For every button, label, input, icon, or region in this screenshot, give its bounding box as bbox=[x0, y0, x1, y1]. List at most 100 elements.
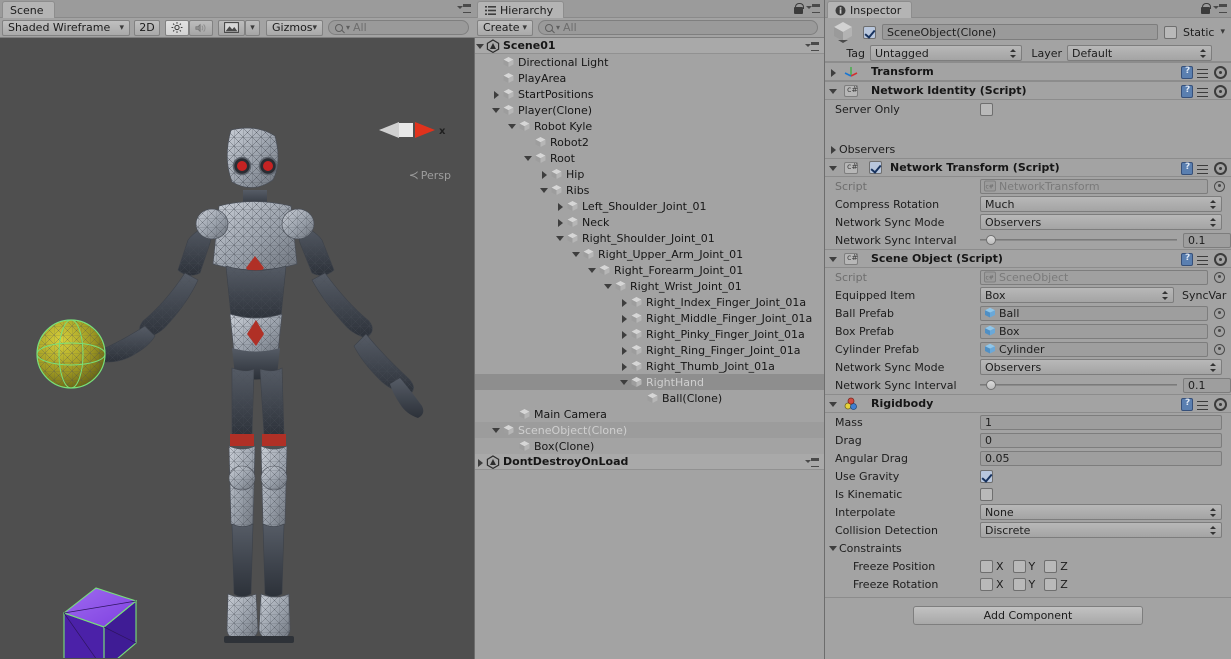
component-foldout-arrow-icon[interactable] bbox=[828, 83, 839, 99]
foldout-arrow-icon[interactable] bbox=[828, 540, 839, 556]
lighting-toggle-button[interactable] bbox=[165, 19, 189, 36]
static-checkbox[interactable] bbox=[1164, 25, 1178, 39]
object-picker-icon[interactable] bbox=[1214, 343, 1225, 355]
preset-icon[interactable] bbox=[1197, 254, 1210, 266]
expand-arrow-icon[interactable] bbox=[619, 326, 630, 342]
object-picker-icon[interactable] bbox=[1214, 307, 1225, 319]
hierarchy-options-menu-icon[interactable] bbox=[806, 2, 820, 14]
hierarchy-item[interactable]: Main Camera bbox=[475, 406, 824, 422]
expand-arrow-icon[interactable] bbox=[619, 310, 630, 326]
property-checkbox[interactable] bbox=[980, 102, 993, 116]
component-header-network-identity-script[interactable]: c# Network Identity (Script) bbox=[825, 81, 1231, 100]
freeze-axis-checkbox-x[interactable] bbox=[980, 559, 993, 573]
component-foldout-arrow-icon[interactable] bbox=[828, 396, 839, 412]
hierarchy-tree[interactable]: Scene01 Directional Light PlayArea StartPos… bbox=[475, 38, 824, 659]
expand-arrow-icon[interactable] bbox=[491, 422, 502, 438]
help-icon[interactable] bbox=[1181, 85, 1193, 98]
expand-arrow-icon[interactable] bbox=[539, 182, 550, 198]
scene-search-input[interactable]: ▾ All bbox=[328, 20, 469, 35]
gear-icon[interactable] bbox=[1214, 398, 1227, 411]
layer-dropdown[interactable]: Default bbox=[1067, 45, 1212, 61]
gear-icon[interactable] bbox=[1214, 85, 1227, 98]
property-dropdown[interactable]: Observers bbox=[980, 214, 1222, 230]
expand-arrow-icon[interactable] bbox=[619, 358, 630, 374]
scene-row-menu-icon[interactable] bbox=[805, 456, 819, 468]
expand-arrow-icon[interactable] bbox=[491, 86, 502, 102]
expand-arrow-icon[interactable] bbox=[555, 230, 566, 246]
hierarchy-item[interactable]: Hip bbox=[475, 166, 824, 182]
expand-arrow-icon[interactable] bbox=[619, 374, 630, 390]
gizmos-dropdown[interactable]: Gizmos ▾ bbox=[266, 19, 323, 36]
gear-icon[interactable] bbox=[1214, 66, 1227, 79]
object-picker-icon[interactable] bbox=[1214, 271, 1225, 283]
gear-icon[interactable] bbox=[1214, 162, 1227, 175]
property-slider[interactable] bbox=[980, 378, 1177, 392]
foldout-arrow-icon[interactable] bbox=[828, 141, 839, 157]
property-dropdown[interactable]: None bbox=[980, 504, 1222, 520]
lock-icon[interactable] bbox=[794, 2, 804, 14]
hierarchy-item[interactable]: Ribs bbox=[475, 182, 824, 198]
help-icon[interactable] bbox=[1181, 66, 1193, 79]
expand-arrow-icon[interactable] bbox=[555, 214, 566, 230]
effects-toggle-button[interactable] bbox=[218, 19, 245, 36]
scene-projection-indicator[interactable]: ≺ Persp bbox=[409, 168, 451, 182]
shading-mode-dropdown[interactable]: Shaded Wireframe ▾ bbox=[2, 19, 130, 36]
prefab-object-field[interactable]: Box bbox=[980, 323, 1208, 339]
script-object-field[interactable]: c# SceneObject bbox=[980, 269, 1208, 285]
lock-icon[interactable] bbox=[1201, 2, 1211, 14]
freeze-axis-checkbox-x[interactable] bbox=[980, 577, 993, 591]
expand-arrow-icon[interactable] bbox=[507, 118, 518, 134]
property-dropdown[interactable]: Discrete bbox=[980, 522, 1222, 538]
component-foldout-arrow-icon[interactable] bbox=[828, 160, 839, 176]
gear-icon[interactable] bbox=[1214, 253, 1227, 266]
expand-arrow-icon[interactable] bbox=[571, 246, 582, 262]
hierarchy-item[interactable]: Root bbox=[475, 150, 824, 166]
static-dropdown-caret-icon[interactable]: ▾ bbox=[1220, 27, 1225, 37]
expand-arrow-icon[interactable] bbox=[523, 150, 534, 166]
tab-inspector[interactable]: Inspector bbox=[827, 1, 913, 18]
audio-toggle-button[interactable] bbox=[189, 19, 213, 36]
property-text-field[interactable]: 1 bbox=[980, 414, 1222, 430]
component-foldout-arrow-icon[interactable] bbox=[828, 251, 839, 267]
preset-icon[interactable] bbox=[1197, 399, 1210, 411]
help-icon[interactable] bbox=[1181, 253, 1193, 266]
property-checkbox[interactable] bbox=[980, 487, 993, 501]
prefab-object-field[interactable]: Cylinder bbox=[980, 341, 1208, 357]
help-icon[interactable] bbox=[1181, 162, 1193, 175]
expand-arrow-icon[interactable] bbox=[539, 166, 550, 182]
hierarchy-item[interactable]: PlayArea bbox=[475, 70, 824, 86]
expand-arrow-icon[interactable] bbox=[587, 262, 598, 278]
hierarchy-search-input[interactable]: ▾ All bbox=[538, 20, 818, 35]
preset-icon[interactable] bbox=[1197, 86, 1210, 98]
expand-arrow-icon[interactable] bbox=[619, 294, 630, 310]
hierarchy-item[interactable]: Robot2 bbox=[475, 134, 824, 150]
object-picker-icon[interactable] bbox=[1214, 325, 1225, 337]
expand-arrow-icon[interactable] bbox=[603, 278, 614, 294]
component-header-scene-object-script[interactable]: c# Scene Object (Script) bbox=[825, 249, 1231, 268]
hierarchy-item[interactable]: Box(Clone) bbox=[475, 438, 824, 454]
expand-arrow-icon[interactable] bbox=[619, 342, 630, 358]
property-dropdown[interactable]: Box bbox=[980, 287, 1174, 303]
scene-viewport[interactable]: x ≺ Persp bbox=[0, 38, 475, 659]
preset-icon[interactable] bbox=[1197, 67, 1210, 79]
freeze-axis-checkbox-z[interactable] bbox=[1044, 559, 1058, 573]
preset-icon[interactable] bbox=[1197, 163, 1210, 175]
hierarchy-item[interactable]: Right_Middle_Finger_Joint_01a bbox=[475, 310, 824, 326]
hierarchy-item[interactable]: Right_Index_Finger_Joint_01a bbox=[475, 294, 824, 310]
component-header-rigidbody[interactable]: Rigidbody bbox=[825, 394, 1231, 413]
inspector-options-menu-icon[interactable] bbox=[1213, 2, 1227, 14]
component-foldout-arrow-icon[interactable] bbox=[828, 64, 839, 80]
expand-arrow-icon[interactable] bbox=[555, 198, 566, 214]
hierarchy-item[interactable]: Neck bbox=[475, 214, 824, 230]
component-header-transform[interactable]: Transform bbox=[825, 62, 1231, 81]
component-header-network-transform-script[interactable]: c# Network Transform (Script) bbox=[825, 158, 1231, 177]
property-text-field[interactable]: 0.05 bbox=[980, 450, 1222, 466]
hierarchy-item[interactable]: Right_Upper_Arm_Joint_01 bbox=[475, 246, 824, 262]
slider-value-field[interactable]: 0.1 bbox=[1183, 377, 1231, 393]
object-enabled-checkbox[interactable] bbox=[863, 25, 876, 39]
freeze-axis-checkbox-y[interactable] bbox=[1012, 577, 1026, 591]
slider-knob[interactable] bbox=[985, 235, 996, 245]
scene-row-menu-icon[interactable] bbox=[805, 40, 819, 52]
hierarchy-item[interactable]: Directional Light bbox=[475, 54, 824, 70]
hierarchy-item[interactable]: Player(Clone) bbox=[475, 102, 824, 118]
